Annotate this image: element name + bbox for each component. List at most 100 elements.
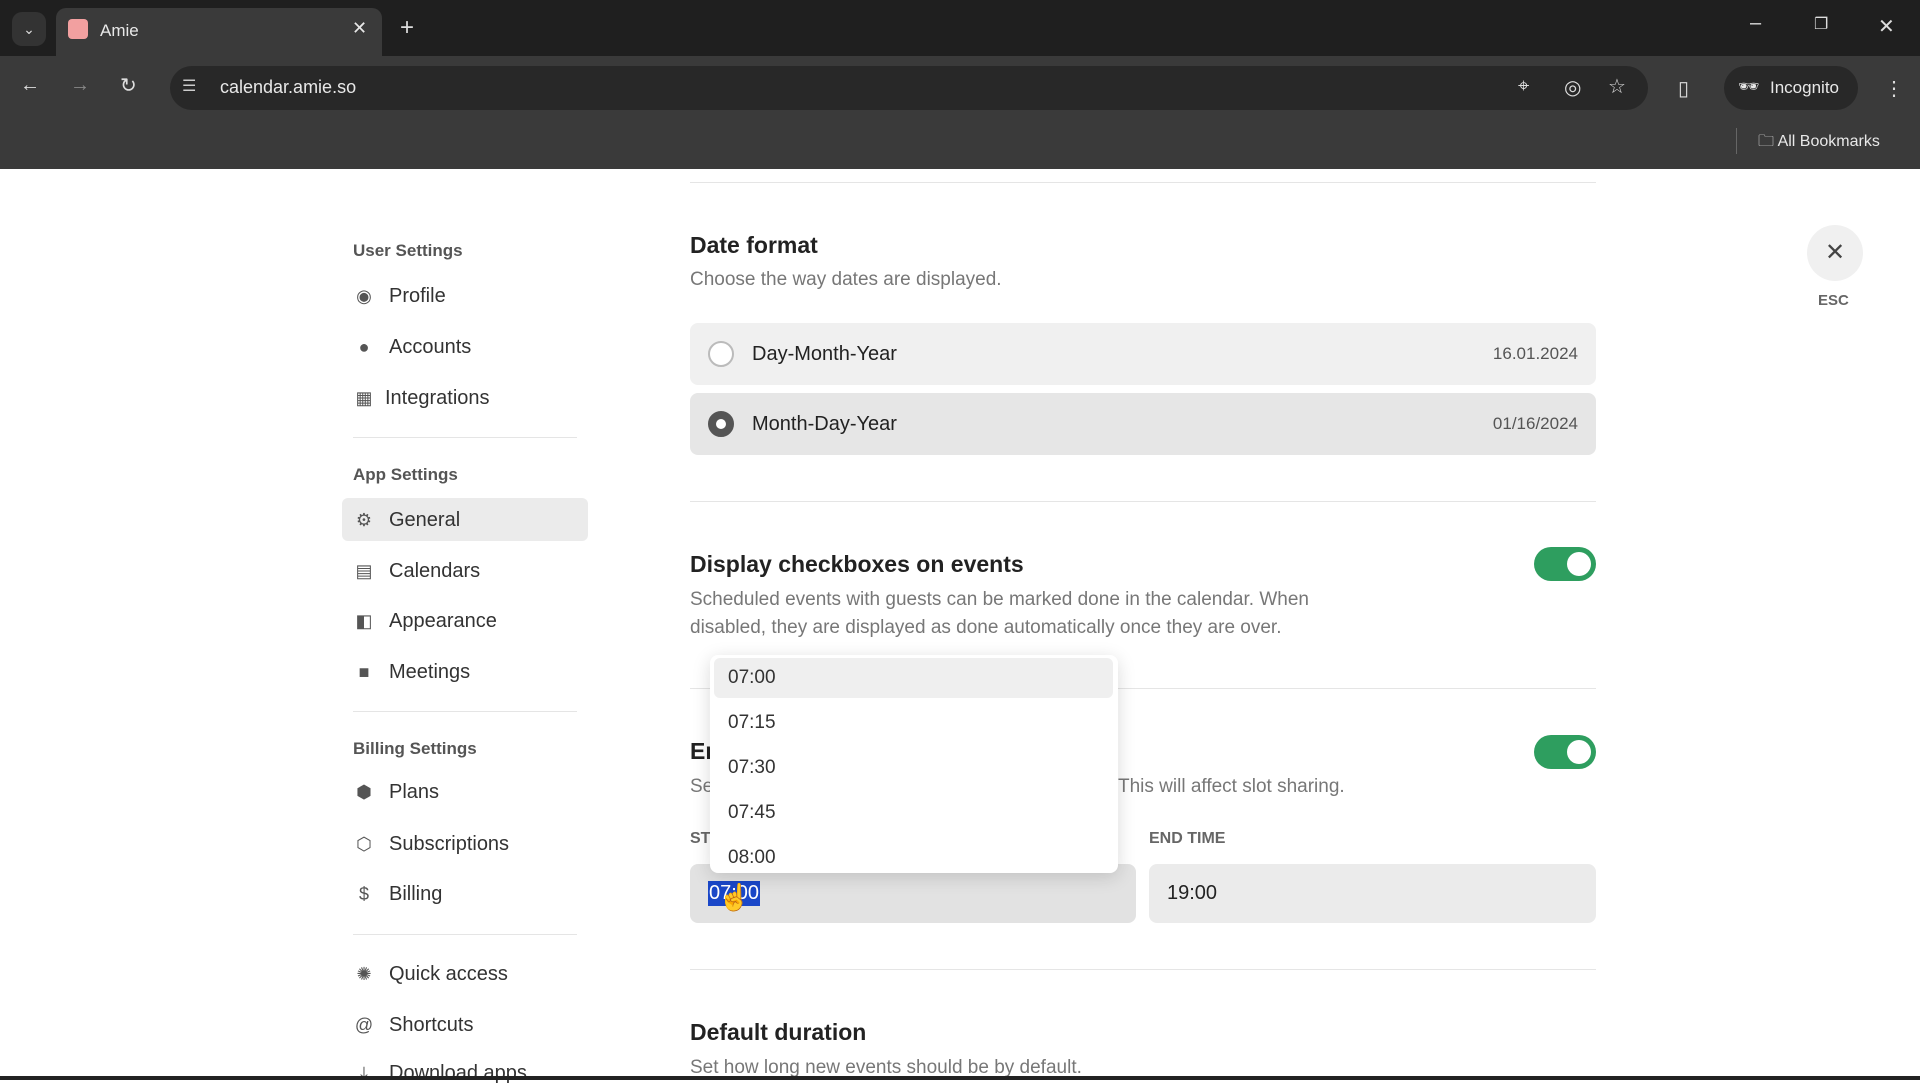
- label: Integrations: [385, 386, 490, 409]
- new-tab-icon[interactable]: +: [400, 14, 414, 42]
- sidebar-item-billing[interactable]: $ Billing: [353, 879, 442, 909]
- calendar-icon: ▤: [355, 560, 373, 581]
- tab-title: Amie: [100, 21, 139, 40]
- dropdown-option[interactable]: 07:45: [728, 802, 776, 824]
- gear-icon: ⚙: [355, 509, 373, 530]
- checkboxes-toggle[interactable]: [1534, 547, 1596, 581]
- quick-access-icon: ✺: [356, 963, 372, 984]
- close-settings-button[interactable]: ✕: [1807, 225, 1863, 281]
- label: Download apps: [389, 1061, 527, 1084]
- side-panel-icon[interactable]: ▯: [1678, 76, 1689, 101]
- working-hours-toggle[interactable]: [1534, 735, 1596, 769]
- tab-search-button[interactable]: ⌄: [12, 12, 46, 46]
- label: Appearance: [389, 609, 497, 632]
- sidebar-item-accounts[interactable]: ● Accounts: [353, 332, 472, 362]
- radio-button-selected[interactable]: [708, 411, 734, 437]
- label: Accounts: [389, 335, 472, 358]
- eye-off-icon[interactable]: ◎: [1564, 75, 1581, 100]
- minimize-icon[interactable]: –: [1750, 12, 1761, 35]
- label: Profile: [389, 284, 446, 307]
- menu-icon[interactable]: ⋮: [1884, 76, 1904, 101]
- download-icon: ⤓: [360, 1062, 368, 1083]
- divider: [353, 711, 577, 712]
- dollar-icon: $: [358, 883, 369, 904]
- divider: [353, 934, 577, 935]
- back-icon[interactable]: ←: [20, 74, 40, 97]
- app-settings-heading: App Settings: [353, 465, 458, 484]
- incognito-icon: 🕶: [1738, 77, 1760, 96]
- browser-tab[interactable]: Amie ✕: [56, 8, 382, 56]
- close-tab-icon[interactable]: ✕: [352, 18, 367, 39]
- url-text: calendar.amie.so: [220, 77, 357, 97]
- hand-cursor-icon: ☝: [718, 882, 751, 912]
- label: Shortcuts: [389, 1013, 474, 1036]
- start-time-dropdown: 07:00 07:15 07:30 07:45 08:00: [710, 655, 1118, 873]
- sidebar-item-general[interactable]: ⚙ General: [353, 505, 460, 535]
- sidebar-item-quick-access[interactable]: ✺ Quick access: [353, 959, 508, 989]
- sidebar-item-meetings[interactable]: ■ Meetings: [353, 657, 471, 687]
- bookmarks-label: All Bookmarks: [1777, 133, 1880, 150]
- label: General: [389, 508, 461, 531]
- divider: [690, 969, 1596, 970]
- appearance-icon: ◧: [355, 610, 373, 631]
- accounts-icon: ●: [358, 336, 370, 357]
- dropdown-option[interactable]: 07:15: [728, 712, 776, 734]
- sidebar-item-plans[interactable]: ⬢ Plans: [353, 777, 439, 807]
- divider: [690, 182, 1596, 183]
- divider: [353, 437, 577, 438]
- esc-label: ESC: [1818, 292, 1849, 309]
- amie-favicon-icon: [68, 19, 88, 39]
- sidebar-item-shortcuts[interactable]: @ Shortcuts: [353, 1010, 474, 1040]
- dropdown-option[interactable]: 07:30: [728, 757, 776, 779]
- incognito-label: Incognito: [1770, 78, 1839, 97]
- user-circle-icon: ◉: [356, 285, 372, 306]
- sidebar-item-subscriptions[interactable]: ⬡ Subscriptions: [353, 829, 509, 859]
- date-format-title: Date format: [690, 232, 818, 258]
- checkboxes-title: Display checkboxes on events: [690, 551, 1024, 577]
- bottom-edge: [0, 1076, 1920, 1080]
- option-label: Day-Month-Year: [752, 342, 897, 365]
- end-time-value: 19:00: [1167, 882, 1218, 904]
- plans-icon: ⬢: [356, 781, 372, 802]
- label: Meetings: [389, 660, 471, 683]
- date-format-description: Choose the way dates are displayed.: [690, 269, 1002, 290]
- site-info-icon[interactable]: ☰: [182, 76, 196, 96]
- address-bar[interactable]: ☰ calendar.amie.so ⌖ ◎ ☆: [170, 66, 1648, 110]
- sidebar-item-appearance[interactable]: ◧ Appearance: [353, 606, 497, 636]
- all-bookmarks[interactable]: 🗀 All Bookmarks: [1758, 130, 1880, 157]
- checkboxes-description: disabled, they are displayed as done aut…: [690, 617, 1282, 638]
- incognito-badge[interactable]: 🕶 Incognito: [1724, 66, 1858, 110]
- sidebar-item-download-apps[interactable]: ⤓ Download apps: [353, 1058, 527, 1088]
- working-hours-description-tail: This will affect slot sharing.: [1118, 776, 1345, 797]
- close-window-icon[interactable]: ✕: [1878, 14, 1895, 39]
- browser-tab-bar: ⌄ Amie ✕ + – ❐ ✕: [0, 0, 1920, 56]
- start-time-label: ST: [690, 830, 711, 847]
- radio-button[interactable]: [708, 341, 734, 367]
- sidebar-item-profile[interactable]: ◉ Profile: [353, 281, 446, 311]
- box-icon: ⬡: [356, 833, 372, 854]
- end-time-input[interactable]: 19:00: [1149, 864, 1596, 923]
- forward-icon[interactable]: →: [70, 74, 90, 97]
- date-format-option-dmy[interactable]: Day-Month-Year 16.01.2024: [690, 323, 1596, 385]
- reload-icon[interactable]: ↻: [120, 73, 137, 98]
- label: Quick access: [389, 962, 508, 985]
- folder-icon: 🗀: [1758, 133, 1778, 150]
- star-icon[interactable]: ☆: [1608, 74, 1626, 99]
- date-format-option-mdy[interactable]: Month-Day-Year 01/16/2024: [690, 393, 1596, 455]
- billing-settings-heading: Billing Settings: [353, 739, 477, 758]
- at-icon: @: [354, 1014, 374, 1035]
- dropdown-option[interactable]: 08:00: [728, 847, 776, 869]
- label: Subscriptions: [389, 832, 510, 855]
- user-settings-heading: User Settings: [353, 241, 463, 260]
- location-icon[interactable]: ⌖: [1518, 75, 1529, 98]
- checkboxes-description: Scheduled events with guests can be mark…: [690, 589, 1309, 610]
- sidebar-item-calendars[interactable]: ▤ Calendars: [353, 556, 480, 586]
- option-example: 16.01.2024: [1492, 344, 1578, 363]
- end-time-label: END TIME: [1149, 830, 1226, 847]
- dropdown-option[interactable]: 07:00: [728, 667, 776, 689]
- grid-icon: ▦: [355, 387, 373, 408]
- close-icon: ✕: [1824, 239, 1846, 266]
- video-icon: ■: [358, 661, 370, 682]
- restore-icon[interactable]: ❐: [1814, 14, 1828, 34]
- sidebar-item-integrations[interactable]: ▦ Integrations: [353, 383, 490, 413]
